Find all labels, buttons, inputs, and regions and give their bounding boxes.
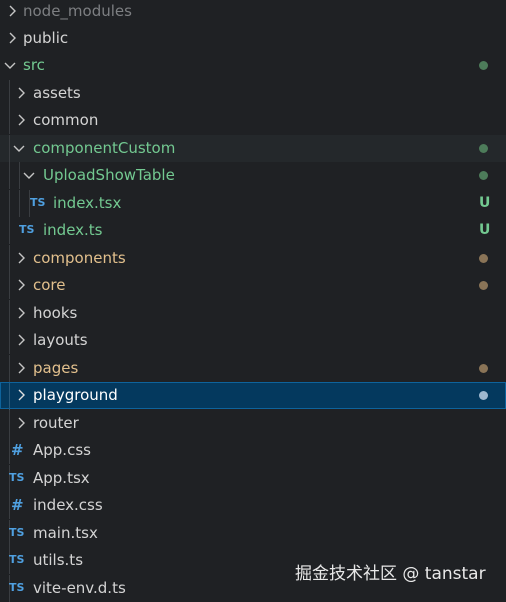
typescript-file-icon: TS <box>19 223 35 236</box>
git-status-dot <box>479 364 488 373</box>
chevron-right-icon <box>14 86 28 100</box>
tree-item-label: vite-env.d.ts <box>33 579 126 597</box>
indent-guide <box>19 162 20 189</box>
chevron-right-icon <box>14 113 28 127</box>
tree-item-label: public <box>23 29 69 47</box>
tree-item-label: index.css <box>33 496 103 514</box>
tree-item-index-ts[interactable]: TS index.ts U <box>0 217 506 244</box>
tree-item-label: node_modules <box>23 2 132 20</box>
tree-item-assets[interactable]: assets <box>0 80 506 107</box>
tree-item-node-modules[interactable]: node_modules <box>0 0 506 25</box>
chevron-right-icon <box>14 333 28 347</box>
tree-item-label: App.tsx <box>33 469 90 487</box>
indent-guide <box>9 300 10 327</box>
tree-item-label: common <box>33 111 99 129</box>
tree-item-label: playground <box>33 386 118 404</box>
chevron-down-icon <box>12 141 26 155</box>
tree-item-label: src <box>23 56 45 74</box>
git-status-dot <box>479 254 488 263</box>
tree-item-router[interactable]: router <box>0 410 506 437</box>
chevron-right-icon <box>14 251 28 265</box>
chevron-right-icon <box>14 306 28 320</box>
chevron-right-icon <box>14 388 28 402</box>
tree-item-label: App.css <box>33 441 91 459</box>
chevron-right-icon <box>14 278 28 292</box>
tree-item-label: core <box>33 276 66 294</box>
tree-item-main-tsx[interactable]: TS main.tsx <box>0 520 506 547</box>
tree-item-app-tsx[interactable]: TS App.tsx <box>0 465 506 492</box>
tree-item-core[interactable]: core <box>0 272 506 299</box>
tree-item-pages[interactable]: pages <box>0 355 506 382</box>
git-status-dot <box>479 144 488 153</box>
chevron-right-icon <box>14 361 28 375</box>
tree-item-label: router <box>33 414 79 432</box>
indent-guide <box>9 272 10 299</box>
chevron-right-icon <box>14 416 28 430</box>
indent-guide <box>9 410 10 437</box>
git-status-dot <box>479 281 488 290</box>
git-status-dot <box>479 61 488 70</box>
typescript-file-icon: TS <box>9 526 25 539</box>
indent-guide <box>9 327 10 354</box>
tree-item-common[interactable]: common <box>0 107 506 134</box>
typescript-file-icon: TS <box>9 471 25 484</box>
indent-guide <box>9 80 10 107</box>
untracked-badge: U <box>479 222 491 238</box>
tree-item-label: componentCustom <box>33 139 176 157</box>
tree-item-index-css[interactable]: # index.css <box>0 492 506 519</box>
tree-item-label: components <box>33 249 126 267</box>
tree-item-label: UploadShowTable <box>43 166 175 184</box>
watermark: 掘金技术社区 @ tanstar <box>295 564 486 584</box>
css-file-icon: # <box>11 496 24 514</box>
indent-guide <box>9 135 10 162</box>
git-status-dot <box>479 391 488 400</box>
indent-guide <box>9 107 10 134</box>
css-file-icon: # <box>11 441 24 459</box>
tree-item-components[interactable]: components <box>0 245 506 272</box>
tree-item-hooks[interactable]: hooks <box>0 300 506 327</box>
chevron-down-icon <box>22 168 36 182</box>
indent-guide <box>9 217 10 244</box>
indent-guide <box>9 190 10 217</box>
typescript-file-icon: TS <box>9 553 25 566</box>
indent-guide <box>9 383 10 410</box>
file-explorer-tree: node_modules public src assets common co… <box>0 0 506 602</box>
indent-guide <box>9 162 10 189</box>
indent-guide <box>9 492 10 519</box>
indent-guide <box>9 355 10 382</box>
tree-item-layouts[interactable]: layouts <box>0 327 506 354</box>
untracked-badge: U <box>479 195 491 211</box>
tree-item-componentcustom[interactable]: componentCustom <box>0 135 506 162</box>
tree-item-uploadshowtable[interactable]: UploadShowTable <box>0 162 506 189</box>
tree-item-label: main.tsx <box>33 524 98 542</box>
tree-item-label: pages <box>33 359 79 377</box>
tree-item-label: index.tsx <box>53 194 122 212</box>
tree-item-index-tsx[interactable]: TS index.tsx U <box>0 190 506 217</box>
tree-item-src[interactable]: src <box>0 52 506 79</box>
indent-guide <box>19 190 20 217</box>
chevron-right-icon <box>5 4 19 18</box>
tree-item-app-css[interactable]: # App.css <box>0 437 506 464</box>
indent-guide <box>9 437 10 464</box>
tree-item-label: utils.ts <box>33 551 84 569</box>
typescript-file-icon: TS <box>9 581 25 594</box>
tree-item-public[interactable]: public <box>0 25 506 52</box>
tree-item-label: layouts <box>33 331 88 349</box>
tree-item-label: assets <box>33 84 81 102</box>
indent-guide <box>9 245 10 272</box>
chevron-down-icon <box>3 58 17 72</box>
tree-item-label: index.ts <box>43 221 103 239</box>
chevron-right-icon <box>5 31 19 45</box>
tree-item-playground[interactable]: playground <box>0 382 506 410</box>
git-status-dot <box>479 171 488 180</box>
tree-item-label: hooks <box>33 304 78 322</box>
typescript-file-icon: TS <box>30 196 46 209</box>
